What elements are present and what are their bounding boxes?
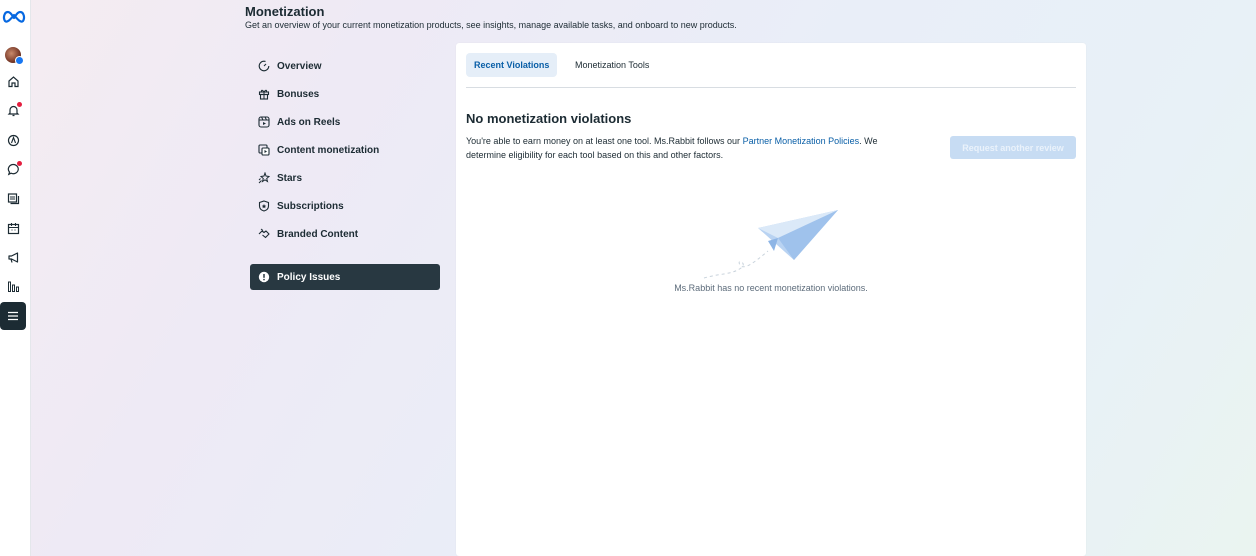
sidenav-item-branded-content[interactable]: Branded Content (250, 220, 440, 248)
page-title: Monetization (245, 4, 325, 19)
gift-icon (257, 88, 270, 101)
avatar (5, 47, 24, 65)
eligibility-description: You're able to earn money on at least on… (466, 134, 911, 162)
sidenav-label: Branded Content (277, 228, 359, 240)
messages-icon[interactable] (0, 156, 26, 182)
violations-panel: Recent Violations Monetization Tools No … (456, 43, 1086, 556)
notification-badge (17, 102, 22, 107)
description-text: You're able to earn money on at least on… (466, 136, 743, 146)
sidenav-item-content-monetization[interactable]: Content monetization (250, 136, 440, 164)
sidenav-label: Ads on Reels (277, 116, 341, 128)
posts-icon[interactable] (0, 185, 26, 211)
messages-badge (17, 161, 22, 166)
sidenav-label: Stars (277, 172, 303, 184)
sidenav-item-stars[interactable]: Stars (250, 164, 440, 192)
meta-logo-icon[interactable] (2, 4, 26, 30)
shield-icon (257, 200, 270, 213)
dashboard-icon (257, 60, 270, 73)
section-title: No monetization violations (466, 111, 632, 126)
left-rail (0, 0, 31, 556)
tab-recent-violations[interactable]: Recent Violations (466, 53, 558, 77)
sidenav-item-ads-on-reels[interactable]: Ads on Reels (250, 108, 440, 136)
paper-plane-illustration (696, 203, 846, 288)
notifications-icon[interactable] (0, 97, 26, 123)
menu-icon[interactable] (0, 302, 26, 330)
sidenav-label: Overview (277, 60, 322, 72)
sidenav-item-policy-issues[interactable]: Policy Issues (250, 264, 440, 290)
partner-monetization-policies-link[interactable]: Partner Monetization Policies (743, 136, 860, 146)
empty-state-message: Ms.Rabbit has no recent monetization vio… (674, 283, 868, 293)
stars-icon (257, 172, 270, 185)
reels-icon (257, 116, 270, 129)
sidenav-label: Policy Issues (277, 271, 341, 283)
page-subtitle: Get an overview of your current monetiza… (245, 20, 737, 30)
insights-icon[interactable] (0, 273, 26, 299)
sidenav-label: Content monetization (277, 144, 380, 156)
profile-avatar[interactable] (0, 42, 26, 68)
compass-icon[interactable] (0, 127, 26, 153)
home-icon[interactable] (0, 68, 26, 94)
sidenav-item-overview[interactable]: Overview (250, 52, 440, 80)
facebook-badge-icon (15, 56, 24, 65)
calendar-icon[interactable] (0, 215, 26, 241)
sidenav-label: Subscriptions (277, 200, 344, 212)
alert-icon (257, 271, 270, 284)
sidenav-item-bonuses[interactable]: Bonuses (250, 80, 440, 108)
ads-megaphone-icon[interactable] (0, 244, 26, 270)
handshake-icon (257, 228, 270, 241)
sidenav-label: Bonuses (277, 88, 320, 100)
sidenav-item-subscriptions[interactable]: Subscriptions (250, 192, 440, 220)
monetization-sidenav: Overview Bonuses Ads on Reels Content mo… (250, 52, 440, 290)
content-icon (257, 144, 270, 157)
request-another-review-button[interactable]: Request another review (950, 136, 1076, 159)
tab-monetization-tools[interactable]: Monetization Tools (567, 53, 657, 77)
tab-bar: Recent Violations Monetization Tools (466, 53, 1076, 88)
